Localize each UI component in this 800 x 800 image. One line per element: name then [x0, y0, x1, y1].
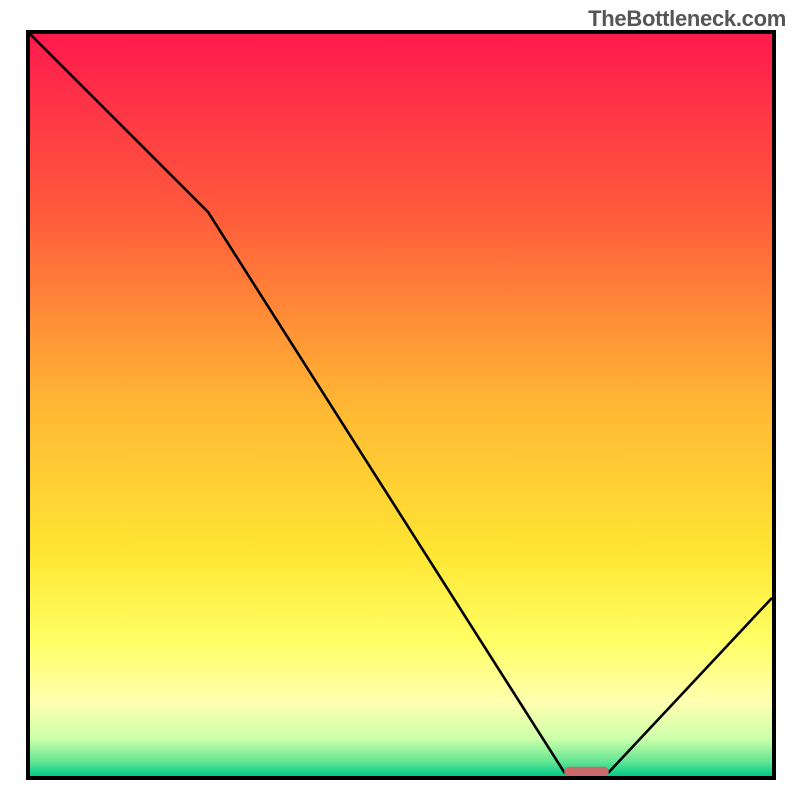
chart-svg	[30, 34, 772, 776]
chart-area	[26, 30, 776, 780]
watermark-text: TheBottleneck.com	[588, 6, 786, 32]
optimal-range-marker	[564, 767, 609, 776]
